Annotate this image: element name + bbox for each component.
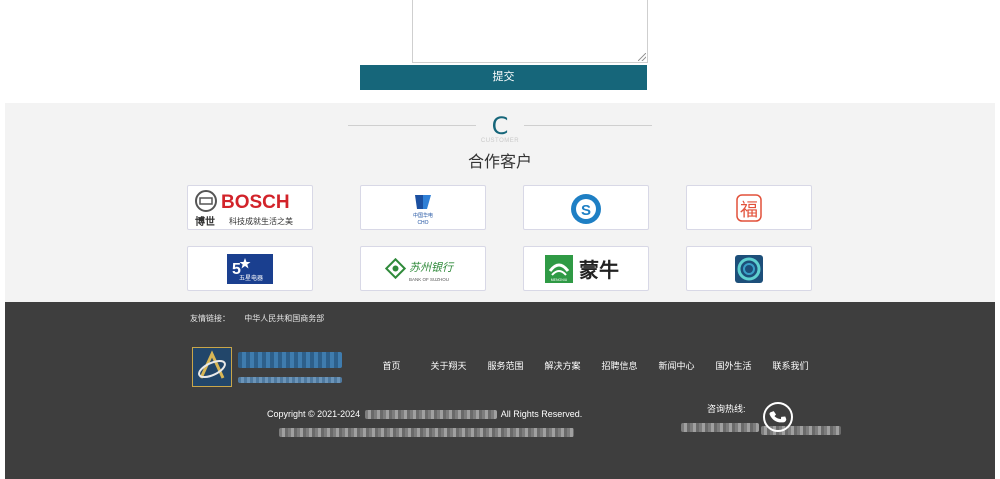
section-subtitle: CUSTOMER	[480, 138, 520, 144]
svg-text:MENGNIU: MENGNIU	[551, 278, 568, 282]
friend-links: 友情链接： 中华人民共和国商务部	[190, 313, 324, 324]
nav-solutions[interactable]: 解决方案	[534, 359, 591, 372]
copyright-prefix: Copyright © 2021-2024	[267, 409, 361, 419]
nav-careers[interactable]: 招聘信息	[591, 359, 648, 372]
svg-text:S: S	[581, 202, 591, 219]
cho-logo-icon: 中国华电 CHO	[413, 194, 433, 226]
mengniu-logo-icon: MENGNIU 蒙牛	[545, 254, 619, 283]
nav-contact[interactable]: 联系我们	[762, 359, 819, 372]
svg-text:蒙牛: 蒙牛	[579, 258, 619, 282]
bosch-logo-icon: BOSCH 博世 科技成就生活之美	[195, 189, 293, 228]
resize-grip-icon[interactable]	[638, 53, 646, 61]
section-title: 合作客户	[467, 154, 532, 171]
svg-text:BANK OF SUZHOU: BANK OF SUZHOU	[409, 277, 449, 282]
nav-news[interactable]: 新闻中心	[648, 359, 705, 372]
address-redacted	[279, 427, 582, 438]
customers-section: C CUSTOMER 合作客户 BOSCH 博世 科技成就生活之美 中国华电 C…	[5, 103, 995, 302]
page: 提交 C CUSTOMER 合作客户 BOSCH 博世 科技成就生活之美 中国华…	[0, 0, 1000, 479]
blue-s-logo-icon: S	[571, 193, 601, 224]
nav-about[interactable]: 关于翔天	[420, 359, 477, 372]
svg-text:五星电器: 五星电器	[239, 274, 263, 282]
customer-logo-mengniu[interactable]: MENGNIU 蒙牛	[523, 246, 649, 291]
customer-logo-cho[interactable]: 中国华电 CHO	[360, 185, 486, 230]
phone-icon	[763, 402, 793, 432]
customer-logo-red-fu[interactable]: 福	[686, 185, 812, 230]
teal-circle-logo-icon	[735, 254, 763, 283]
nav-home[interactable]: 首页	[363, 359, 420, 372]
customer-logo-teal-circle[interactable]	[686, 246, 812, 291]
friend-links-label: 友情链接：	[190, 314, 230, 323]
customer-logo-five-star[interactable]: 5 五星电器	[187, 246, 313, 291]
footer: 友情链接： 中华人民共和国商务部 首页 关于翔天 服务范围 解决方案 招聘信息 …	[5, 302, 995, 479]
svg-text:福: 福	[740, 200, 758, 221]
friend-link-mofcom[interactable]: 中华人民共和国商务部	[244, 314, 324, 323]
customer-logo-bosch[interactable]: BOSCH 博世 科技成就生活之美	[187, 185, 313, 230]
section-letter: C	[491, 112, 509, 140]
svg-text:中国华电: 中国华电	[413, 212, 433, 219]
bosch-brand-text: BOSCH	[221, 192, 290, 213]
copyright: Copyright © 2021-2024 All Rights Reserve…	[267, 409, 583, 438]
hotline-number-redacted	[681, 419, 842, 437]
nav-services[interactable]: 服务范围	[477, 359, 534, 372]
customer-logo-suzhou-bank[interactable]: 苏州银行 BANK OF SUZHOU	[360, 246, 486, 291]
hotline-label: 咨询热线:	[707, 404, 746, 414]
submit-button[interactable]: 提交	[360, 65, 647, 90]
svg-text:苏州银行: 苏州银行	[409, 261, 455, 274]
company-name-redacted	[238, 351, 342, 383]
footer-nav: 首页 关于翔天 服务范围 解决方案 招聘信息 新闻中心 国外生活 联系我们	[363, 359, 819, 372]
copyright-suffix: All Rights Reserved.	[500, 409, 583, 419]
customer-logo-blue-s[interactable]: S	[523, 185, 649, 230]
svg-text:科技成就生活之美: 科技成就生活之美	[229, 216, 293, 226]
svg-text:CHO: CHO	[417, 220, 428, 226]
nav-life-abroad[interactable]: 国外生活	[705, 359, 762, 372]
message-textarea[interactable]	[412, 0, 648, 63]
company-logo[interactable]	[192, 347, 232, 387]
company-name-blur	[364, 410, 497, 420]
suzhou-bank-logo-icon: 苏州银行 BANK OF SUZHOU	[384, 257, 455, 282]
red-fu-logo-icon: 福	[736, 193, 762, 222]
company-emblem-icon	[193, 348, 231, 386]
svg-text:博世: 博世	[195, 215, 215, 228]
five-star-logo-icon: 5 五星电器	[227, 253, 273, 284]
